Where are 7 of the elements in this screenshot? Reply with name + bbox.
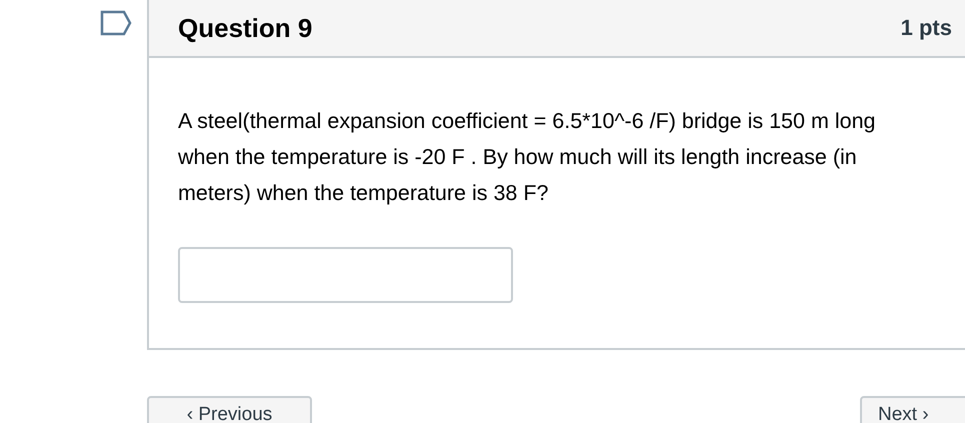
previous-button[interactable]: ‹ Previous [147, 396, 312, 423]
next-button[interactable]: Next › [860, 396, 965, 423]
points-label: 1 pts [900, 15, 952, 41]
question-text: A steel(thermal expansion coefficient = 6.5*10^-6 /F) bridge is 150 m long when the temperature is -20 F . By how much will its length increase (in meters) when the temperature is 38 F? [178, 108, 876, 207]
question-title: Question 9 [178, 12, 312, 44]
answer-field[interactable] [178, 247, 513, 303]
flag-icon[interactable] [100, 10, 132, 36]
